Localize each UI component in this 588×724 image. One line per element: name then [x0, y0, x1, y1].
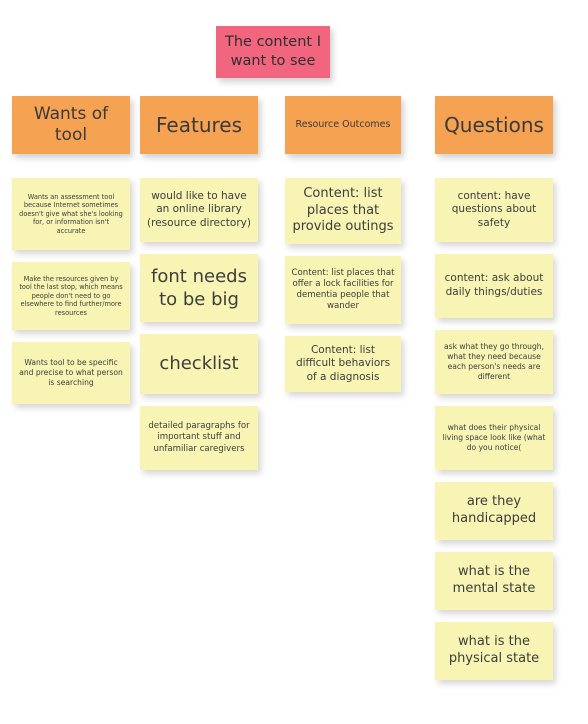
- column-header-label: Resource Outcomes: [295, 119, 391, 131]
- sticky-note-text: checklist: [159, 353, 239, 375]
- sticky-note-banner[interactable]: The content I want to see: [216, 26, 330, 78]
- column-questions: Questions content: have questions about …: [435, 96, 553, 692]
- sticky-note-text: Wants tool to be specific and precise to…: [19, 358, 123, 387]
- column-features: Features would like to have an online li…: [140, 96, 258, 482]
- column-wants-of-tool: Wants of tool Wants an assessment tool b…: [12, 96, 130, 416]
- sticky-note-text: detailed paragraphs for important stuff …: [148, 421, 250, 454]
- sticky-note[interactable]: content: have questions about safety: [435, 178, 553, 242]
- sticky-note[interactable]: content: ask about daily things/duties: [435, 254, 553, 318]
- column-header-label: Features: [156, 112, 242, 137]
- sticky-note[interactable]: are they handicapped: [435, 482, 553, 540]
- sticky-note-text: would like to have an online library (re…: [147, 189, 251, 229]
- column-header-note[interactable]: Features: [140, 96, 258, 154]
- sticky-note[interactable]: what is the physical state: [435, 622, 553, 680]
- sticky-note-text: what does their physical living space lo…: [442, 423, 546, 452]
- column-resource-outcomes: Resource Outcomes Content: list places t…: [285, 96, 401, 404]
- sticky-note[interactable]: what is the mental state: [435, 552, 553, 610]
- sticky-note[interactable]: detailed paragraphs for important stuff …: [140, 406, 258, 470]
- sticky-note[interactable]: font needs to be big: [140, 254, 258, 322]
- column-header-note[interactable]: Resource Outcomes: [285, 96, 401, 154]
- column-header-label: Questions: [444, 112, 544, 137]
- sticky-note-text: content: ask about daily things/duties: [444, 272, 544, 298]
- sticky-note-text: what is the physical state: [448, 634, 540, 666]
- sticky-note-text: Wants an assessment tool because Interne…: [19, 192, 123, 235]
- sticky-note[interactable]: Content: list places that provide outing…: [285, 178, 401, 244]
- column-header-note[interactable]: Wants of tool: [12, 96, 130, 154]
- column-header-note[interactable]: Questions: [435, 96, 553, 154]
- banner-row: The content I want to see: [0, 0, 588, 96]
- sticky-note-text: are they handicapped: [451, 494, 537, 526]
- sticky-note-text: content: have questions about safety: [451, 189, 537, 229]
- sticky-note-text: what is the mental state: [452, 564, 536, 596]
- sticky-note-text: Content: list places that provide outing…: [292, 185, 394, 235]
- sticky-note-text: Content: list places that offer a lock f…: [291, 267, 395, 312]
- sticky-note[interactable]: would like to have an online library (re…: [140, 178, 258, 242]
- column-header-label: Wants of tool: [33, 103, 109, 145]
- sticky-note-text: Content: list difficult behaviors of a d…: [295, 343, 391, 383]
- sticky-note[interactable]: ask what they go through, what they need…: [435, 330, 553, 394]
- sticky-note[interactable]: Content: list places that offer a lock f…: [285, 256, 401, 324]
- sticky-note-text: font needs to be big: [151, 265, 247, 310]
- sticky-note[interactable]: checklist: [140, 334, 258, 394]
- affinity-board: Wants of tool Wants an assessment tool b…: [0, 96, 588, 724]
- sticky-note[interactable]: Content: list difficult behaviors of a d…: [285, 336, 401, 392]
- sticky-note[interactable]: Make the resources given by tool the las…: [12, 262, 130, 330]
- banner-text: The content I want to see: [225, 34, 321, 69]
- sticky-note[interactable]: Wants an assessment tool because Interne…: [12, 178, 130, 250]
- sticky-note-text: Make the resources given by tool the las…: [19, 274, 123, 317]
- sticky-note[interactable]: Wants tool to be specific and precise to…: [12, 342, 130, 404]
- sticky-note[interactable]: what does their physical living space lo…: [435, 406, 553, 470]
- sticky-note-text: ask what they go through, what they need…: [444, 342, 544, 381]
